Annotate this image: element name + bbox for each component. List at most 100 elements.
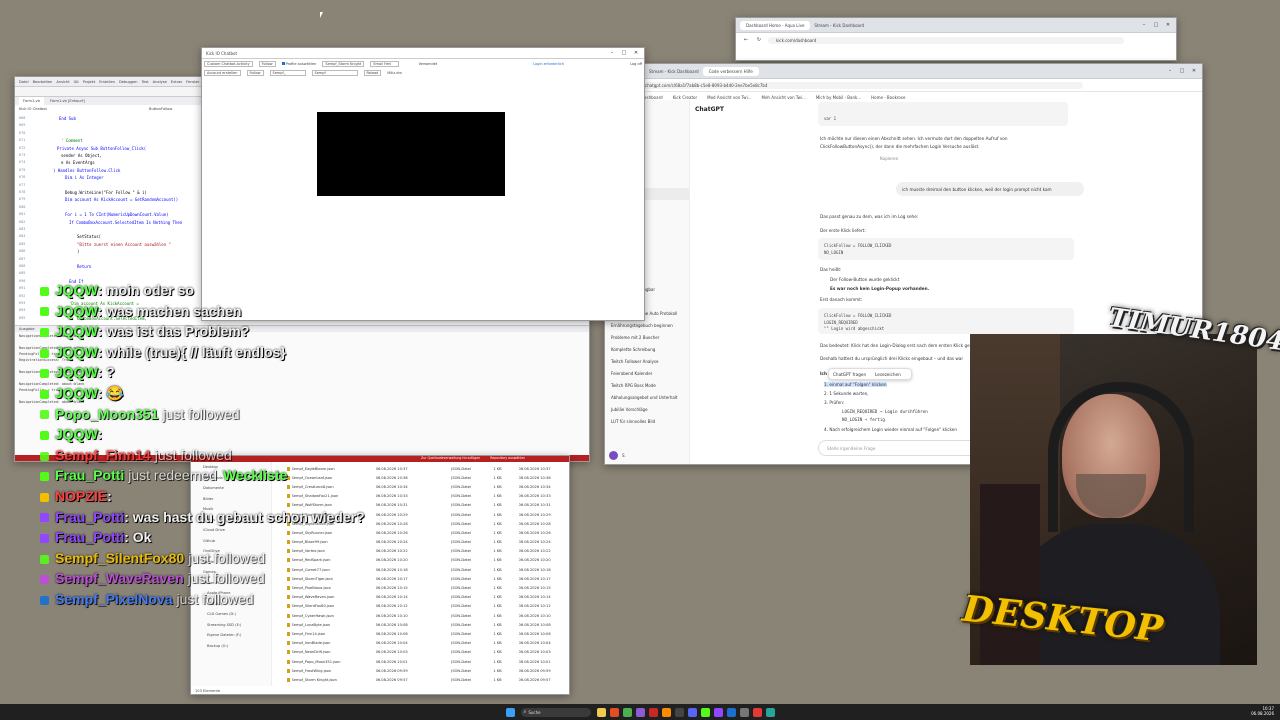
kick-tool-row2: Account erstellen Follow Sempf_ Sempf Re… [202, 68, 644, 77]
follow-button[interactable]: Follow [258, 60, 276, 67]
file-cell: 1 KB [493, 659, 502, 664]
file-row[interactable]: Sempf_Finn14.json 06.08.2026 10:06 JSON-Da… [275, 629, 569, 638]
menu-item[interactable]: Git [74, 80, 79, 84]
bookmark-item[interactable]: Meh Ansicht von Twi... [762, 95, 806, 100]
menu-item[interactable]: Projekt [83, 80, 95, 84]
reload-icon[interactable]: ↻ [755, 37, 763, 43]
system-clock[interactable]: 10:37 06.08.2026 [1251, 706, 1274, 716]
app-icon-red2[interactable] [752, 707, 762, 717]
file-row[interactable]: Sempf_LunaByte.json 06.08.2026 10:08 JSON-… [275, 620, 569, 629]
file-row[interactable]: Sempf_IronBlade.json 06.08.2026 10:04 JSON… [275, 639, 569, 648]
account-dropdown[interactable]: Sempf_Storm Knight [322, 60, 365, 67]
prompt-placeholder: Stelle irgendeine Frage [827, 446, 876, 451]
menu-item[interactable]: Fenster [186, 80, 199, 84]
sidebar-chat-item[interactable]: Twitch RPG Boss Mode [605, 380, 689, 392]
close-icon[interactable]: ✕ [632, 50, 640, 56]
tab-kick-dashboard[interactable]: Stream - Kick Dashboard [814, 23, 864, 28]
file-cell: JSON-Datei [451, 650, 472, 655]
bookmark-item[interactable]: Kick Creator [673, 95, 697, 100]
app-icon-green[interactable] [700, 707, 710, 717]
username-field[interactable]: Sempf_ [269, 69, 306, 76]
menu-item[interactable]: Bearbeiten [33, 80, 53, 84]
minimize-icon[interactable]: – [608, 50, 616, 56]
kick-badge-icon [40, 307, 49, 317]
browser-icon[interactable] [609, 707, 619, 717]
sidebar-chat-item[interactable]: Komplette Schreibung [605, 344, 689, 356]
file-row[interactable]: Sempf_FrostWing.json 06.08.2026 09:59 JSON… [275, 666, 569, 675]
close-icon[interactable]: ✕ [1164, 22, 1172, 28]
menu-item[interactable]: Erstellen [99, 80, 115, 84]
visual-studio-icon[interactable] [635, 707, 645, 717]
maximize-icon[interactable]: □ [620, 50, 628, 56]
user-profile[interactable]: S. [609, 451, 626, 460]
maximize-icon[interactable]: □ [1152, 22, 1160, 28]
menu-item[interactable]: Extras [171, 80, 182, 84]
ask-chatgpt-button[interactable]: ChatGPT fragen [833, 372, 866, 377]
chatgpt-addressbar-row: ← ↻ chatgpt.com/c/68a1f7ab8b-c5e8-8093-b… [605, 79, 1202, 92]
file-row[interactable]: Sempf_NeonDrift.json 06.08.2026 10:03 JSON… [275, 648, 569, 657]
bookmark-button[interactable]: Lesezeichen [875, 372, 901, 377]
app-icon-orange[interactable] [661, 707, 671, 717]
minimize-icon[interactable]: – [1166, 68, 1174, 74]
bookmark-item[interactable]: Home - Bookrose [871, 95, 905, 100]
maximize-icon[interactable]: □ [1178, 68, 1186, 74]
file-cell: 06.08.2026 10:24 [518, 540, 551, 545]
sidebar-chat-item[interactable]: Feierabend Kalender [605, 368, 689, 380]
menu-item[interactable]: Datei [19, 80, 29, 84]
sidebar-chat-item[interactable]: Ernährungstagebuch beginnen [605, 320, 689, 332]
follow-button-2[interactable]: Follow [246, 69, 264, 76]
create-account-button[interactable]: Account erstellen [204, 69, 241, 76]
sidebar-chat-item[interactable]: Probleme mit 2 Buecher [605, 332, 689, 344]
tab-stream-dashboard[interactable]: Stream - Kick Dashboard [649, 69, 699, 74]
sidebar-chat-item[interactable]: Jubiläe Vorschläge [605, 404, 689, 416]
menu-item[interactable]: Analyse [153, 80, 167, 84]
address-bar[interactable]: kick.com/dashboard [768, 36, 1124, 44]
tab-chatgpt[interactable]: Code verbessern Hilfe [702, 66, 759, 76]
chrome-icon[interactable] [622, 707, 632, 717]
avatar [609, 451, 618, 460]
app-icon-blue[interactable] [726, 707, 736, 717]
reload-button[interactable]: Reload [363, 69, 382, 76]
activity-button[interactable]: Custom Chatbot Activity [204, 60, 253, 67]
app-icon-grey[interactable] [739, 707, 749, 717]
explorer-nav-item[interactable]: Eigene Dateien (F:) [191, 630, 271, 641]
discord-icon[interactable] [687, 707, 697, 717]
tab-form1[interactable]: Form1.vb [19, 97, 44, 105]
profile-checkbox[interactable]: Profile auswählen [281, 61, 316, 66]
bookmark-item[interactable]: Mod Ansicht von Twi... [707, 95, 751, 100]
back-icon[interactable]: ← [742, 37, 750, 43]
menu-item[interactable]: Test [142, 80, 149, 84]
miliz-checkbox[interactable]: Miliz.dm [387, 71, 402, 75]
close-icon[interactable]: ✕ [1190, 68, 1198, 74]
minimize-icon[interactable]: – [1140, 22, 1148, 28]
sidebar-chat-item[interactable]: Abholungsangebot und Unterhalt [605, 392, 689, 404]
explorer-nav-item[interactable]: Backup (G:) [191, 641, 271, 652]
file-cell: 06.08.2026 09:59 [518, 668, 551, 673]
app-icon-red[interactable] [648, 707, 658, 717]
copy-button[interactable]: Kopieren [880, 156, 898, 161]
menu-item[interactable]: Ansicht [56, 80, 69, 84]
file-row[interactable]: Sempf_Popo_Moon351.json 06.08.2026 10:01 J… [275, 657, 569, 666]
bookmark-item[interactable]: Mich by Mobil - Bank... [816, 95, 861, 100]
sidebar-chat-item[interactable]: LUT für sinnvolles Bild [605, 416, 689, 428]
file-cell: 06.08.2026 10:15 [518, 586, 551, 591]
file-row[interactable]: Sempf_CyberHawk.json 06.08.2026 10:10 JSON… [275, 611, 569, 620]
obs-icon[interactable] [674, 707, 684, 717]
app-icon-teal[interactable] [765, 707, 775, 717]
chat-username: Sempf_SilentFox80 [55, 549, 185, 566]
prefix-field[interactable]: Sempf [311, 69, 358, 76]
taskbar-search[interactable]: ⌕ Suche [520, 707, 591, 717]
file-explorer-icon[interactable] [596, 707, 606, 717]
tab-dashboard[interactable]: Dashboard Home - Aqua Live [740, 20, 811, 30]
start-icon[interactable] [505, 707, 515, 717]
explorer-nav-item[interactable]: Streaming SSD (E:) [191, 620, 271, 631]
webview-area[interactable] [317, 112, 505, 196]
address-bar[interactable]: chatgpt.com/c/68a1f7ab8b-c5e8-8093-b4d0-… [637, 81, 1083, 89]
menu-item[interactable]: Debuggen [119, 80, 138, 84]
sidebar-chat-item[interactable]: Twitch Follower Analyse [605, 356, 689, 368]
logout-button[interactable]: Log off [630, 62, 642, 66]
email-field[interactable]: Email Fehl [370, 60, 399, 67]
app-icon-purple[interactable] [713, 707, 723, 717]
tab-form1-design[interactable]: Form1.vb [Entwurf] [50, 97, 85, 105]
file-row[interactable]: Sempf_Storm Knight.json 06.08.2026 09:57 J… [275, 675, 569, 684]
